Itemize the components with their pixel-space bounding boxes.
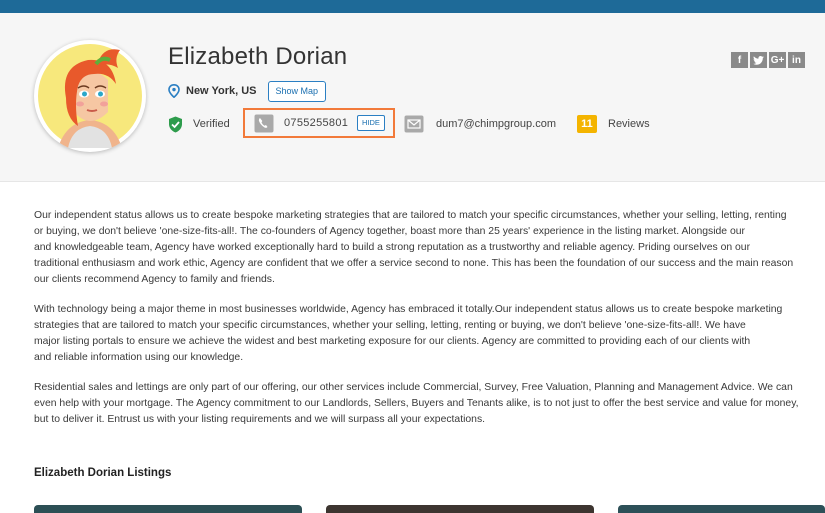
listings-section-title: Elizabeth Dorian Listings [34,467,172,479]
google-plus-icon[interactable]: G+ [769,52,786,68]
location-row: New York, US Show Map [168,79,327,103]
twitter-icon[interactable] [750,52,767,68]
email-contact: dum7@chimpgroup.com [404,112,556,136]
bio-line: and knowledgeable team, Agency have work… [34,242,751,253]
agent-name: Elizabeth Dorian [168,43,348,70]
reviews-count-badge: 11 [577,115,597,133]
avatar-illustration [38,44,142,148]
bio-line: or buying, we don't believe 'one-size-fi… [34,226,745,237]
twitter-bird-icon [753,55,764,65]
listing-card[interactable] [34,505,302,513]
top-bar [0,0,825,13]
bio-line: but to deliver it. Entrust us with your … [34,414,486,425]
listing-card[interactable] [326,505,594,513]
facebook-icon[interactable]: f [731,52,748,68]
bio-line: major listing portals to ensure we achie… [34,336,751,347]
linkedin-icon[interactable]: in [788,52,805,68]
listing-card[interactable] [618,505,825,513]
avatar [34,40,146,152]
map-pin-icon [168,84,180,98]
bio-paragraph-1: Our independent status allows us to crea… [34,208,825,288]
bio-line: Residential sales and lettings are only … [34,382,793,393]
location-text: New York, US [186,85,257,97]
bio-line: our clients recommend Agency to family a… [34,274,275,285]
bio-paragraph-2: With technology being a major theme in m… [34,302,825,366]
bio-paragraph-3: Residential sales and lettings are only … [34,380,825,428]
verified-shield-icon [169,116,182,132]
profile-header: Elizabeth Dorian New York, US Show Map V… [0,13,825,182]
show-map-button[interactable]: Show Map [267,80,327,102]
bio-line: traditional enthusiasm and work ethic, A… [34,258,794,269]
phone-highlight-box: 0755255801 HIDE [243,108,395,138]
email-address[interactable]: dum7@chimpgroup.com [436,118,556,130]
envelope-icon [404,115,424,133]
bio-line: even help with your mortgage. The Agency… [34,398,799,409]
bio-line: strategies that are tailored to match yo… [34,320,746,331]
social-links: f G+ in [731,52,805,68]
phone-icon [254,114,274,133]
bio-line: and reliable information using our knowl… [34,352,244,363]
reviews-label: Reviews [608,118,650,130]
bio-line: With technology being a major theme in m… [34,304,783,315]
hide-phone-button[interactable]: HIDE [357,115,385,131]
contact-row: Verified 0755255801 HIDE dum7@chimpgroup… [168,108,728,138]
verified-status: Verified [168,112,230,136]
phone-number: 0755255801 [284,117,349,129]
bio-line: Our independent status allows us to crea… [34,210,787,221]
reviews-link[interactable]: 11 Reviews [577,112,650,136]
verified-label: Verified [193,118,230,130]
agent-bio: Our independent status allows us to crea… [34,208,825,442]
